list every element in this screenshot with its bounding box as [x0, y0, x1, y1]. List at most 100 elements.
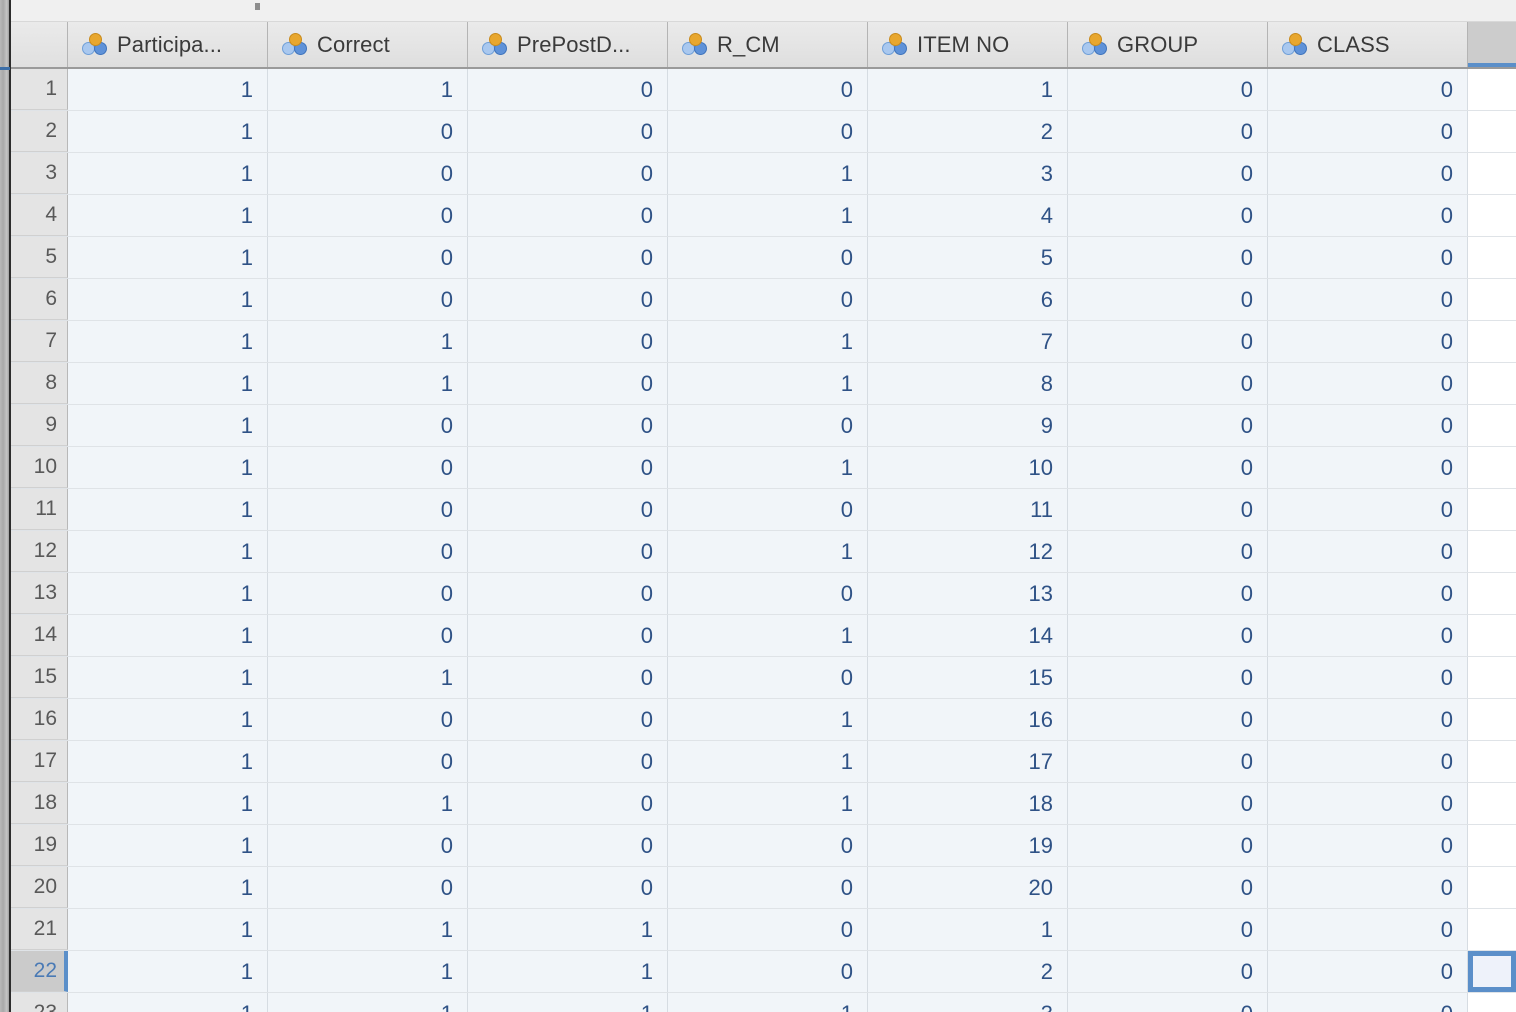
table-cell[interactable]: 0	[268, 237, 468, 278]
table-cell[interactable]: 1	[68, 909, 268, 950]
column-header-group[interactable]: GROUP	[1068, 22, 1268, 67]
table-cell[interactable]: 0	[1268, 825, 1468, 866]
table-cell[interactable]: 3	[868, 153, 1068, 194]
table-cell[interactable]: 0	[1268, 279, 1468, 320]
row-number-cell[interactable]: 6	[11, 279, 68, 320]
column-header-item-no[interactable]: ITEM NO	[868, 22, 1068, 67]
table-cell[interactable]: 0	[1268, 405, 1468, 446]
table-row[interactable]: 10 1 0 0 1 10 0 0	[11, 447, 1516, 489]
table-cell[interactable]: 1	[68, 69, 268, 110]
table-cell[interactable]: 1	[68, 153, 268, 194]
table-cell[interactable]: 0	[668, 279, 868, 320]
table-cell[interactable]: 1	[668, 531, 868, 572]
table-cell-trailing[interactable]	[1468, 741, 1516, 782]
table-cell[interactable]: 0	[468, 153, 668, 194]
table-cell[interactable]: 0	[1068, 279, 1268, 320]
table-cell[interactable]: 0	[1068, 867, 1268, 908]
table-cell[interactable]: 0	[1068, 993, 1268, 1012]
table-cell[interactable]: 0	[268, 741, 468, 782]
table-cell[interactable]: 1	[868, 69, 1068, 110]
table-cell[interactable]: 0	[1268, 867, 1468, 908]
table-cell-trailing[interactable]	[1468, 237, 1516, 278]
row-number-cell[interactable]: 3	[11, 153, 68, 194]
table-cell-trailing[interactable]	[1468, 615, 1516, 656]
table-cell[interactable]: 0	[1068, 615, 1268, 656]
row-number-cell[interactable]: 17	[11, 741, 68, 782]
table-cell[interactable]: 0	[468, 405, 668, 446]
table-cell-trailing[interactable]	[1468, 111, 1516, 152]
table-cell[interactable]: 0	[668, 69, 868, 110]
table-cell[interactable]: 1	[68, 321, 268, 362]
table-cell[interactable]: 0	[1268, 237, 1468, 278]
table-cell[interactable]: 20	[868, 867, 1068, 908]
table-cell[interactable]: 7	[868, 321, 1068, 362]
table-cell[interactable]: 0	[1268, 69, 1468, 110]
table-cell[interactable]: 1	[68, 657, 268, 698]
table-cell[interactable]: 0	[1268, 363, 1468, 404]
table-cell[interactable]: 1	[268, 783, 468, 824]
table-cell[interactable]: 1	[268, 321, 468, 362]
table-cell[interactable]: 0	[668, 405, 868, 446]
row-number-cell[interactable]: 22	[11, 951, 68, 992]
table-cell[interactable]: 1	[668, 363, 868, 404]
table-row[interactable]: 51000500	[11, 237, 1516, 279]
table-cell[interactable]: 2	[868, 951, 1068, 992]
row-number-cell[interactable]: 19	[11, 825, 68, 866]
table-row[interactable]: 19 1 0 0 0 19 0 0	[11, 825, 1516, 867]
table-cell[interactable]: 1	[68, 783, 268, 824]
table-cell[interactable]: 0	[1268, 909, 1468, 950]
table-cell[interactable]: 1	[68, 993, 268, 1012]
row-number-cell[interactable]: 15	[11, 657, 68, 698]
table-cell[interactable]: 0	[468, 321, 668, 362]
table-cell[interactable]: 0	[668, 825, 868, 866]
row-number-cell[interactable]: 5	[11, 237, 68, 278]
table-cell[interactable]: 1	[68, 531, 268, 572]
table-cell-trailing[interactable]	[1468, 405, 1516, 446]
table-cell[interactable]: 0	[268, 825, 468, 866]
table-row[interactable]: 61000600	[11, 279, 1516, 321]
table-cell-trailing[interactable]	[1468, 993, 1516, 1012]
table-cell[interactable]: 0	[668, 237, 868, 278]
table-cell[interactable]: 0	[1268, 741, 1468, 782]
table-row[interactable]: 21 1 1 1 0 1 0 0	[11, 909, 1516, 951]
table-cell[interactable]: 0	[468, 699, 668, 740]
row-number-cell[interactable]: 13	[11, 573, 68, 614]
row-number-cell[interactable]: 18	[11, 783, 68, 824]
row-number-cell[interactable]: 7	[11, 321, 68, 362]
table-cell-trailing[interactable]	[1468, 447, 1516, 488]
table-cell-trailing[interactable]	[1468, 531, 1516, 572]
table-row[interactable]: 11 1 0 0 0 11 0 0	[11, 489, 1516, 531]
table-cell[interactable]: 18	[868, 783, 1068, 824]
table-cell[interactable]: 0	[1068, 825, 1268, 866]
table-cell[interactable]: 0	[668, 867, 868, 908]
table-cell[interactable]: 1	[268, 363, 468, 404]
table-cell[interactable]: 0	[1068, 237, 1268, 278]
table-cell[interactable]: 1	[68, 951, 268, 992]
table-row[interactable]: 11100100	[11, 69, 1516, 111]
table-cell-trailing[interactable]	[1468, 279, 1516, 320]
table-row[interactable]: 91000900	[11, 405, 1516, 447]
table-cell[interactable]: 1	[268, 909, 468, 950]
table-row[interactable]: 22 1 1 1 0 2 0 0	[11, 951, 1516, 993]
table-cell[interactable]: 0	[268, 447, 468, 488]
table-cell[interactable]: 0	[1268, 531, 1468, 572]
table-cell[interactable]: 1	[668, 615, 868, 656]
table-cell[interactable]: 0	[1268, 195, 1468, 236]
row-number-cell[interactable]: 12	[11, 531, 68, 572]
table-cell[interactable]: 0	[468, 447, 668, 488]
table-cell[interactable]: 1	[668, 321, 868, 362]
table-cell[interactable]: 1	[68, 237, 268, 278]
table-cell[interactable]: 0	[1068, 363, 1268, 404]
table-cell[interactable]: 0	[1268, 783, 1468, 824]
table-row[interactable]: 81101800	[11, 363, 1516, 405]
table-cell[interactable]: 0	[468, 741, 668, 782]
table-cell[interactable]: 3	[868, 993, 1068, 1012]
table-cell[interactable]: 16	[868, 699, 1068, 740]
table-cell[interactable]: 0	[268, 531, 468, 572]
row-number-cell[interactable]: 1	[11, 69, 68, 110]
table-cell-trailing[interactable]	[1468, 909, 1516, 950]
table-cell-trailing[interactable]	[1468, 573, 1516, 614]
table-cell[interactable]: 1	[68, 195, 268, 236]
table-cell[interactable]: 0	[1268, 321, 1468, 362]
table-cell[interactable]: 1	[68, 615, 268, 656]
